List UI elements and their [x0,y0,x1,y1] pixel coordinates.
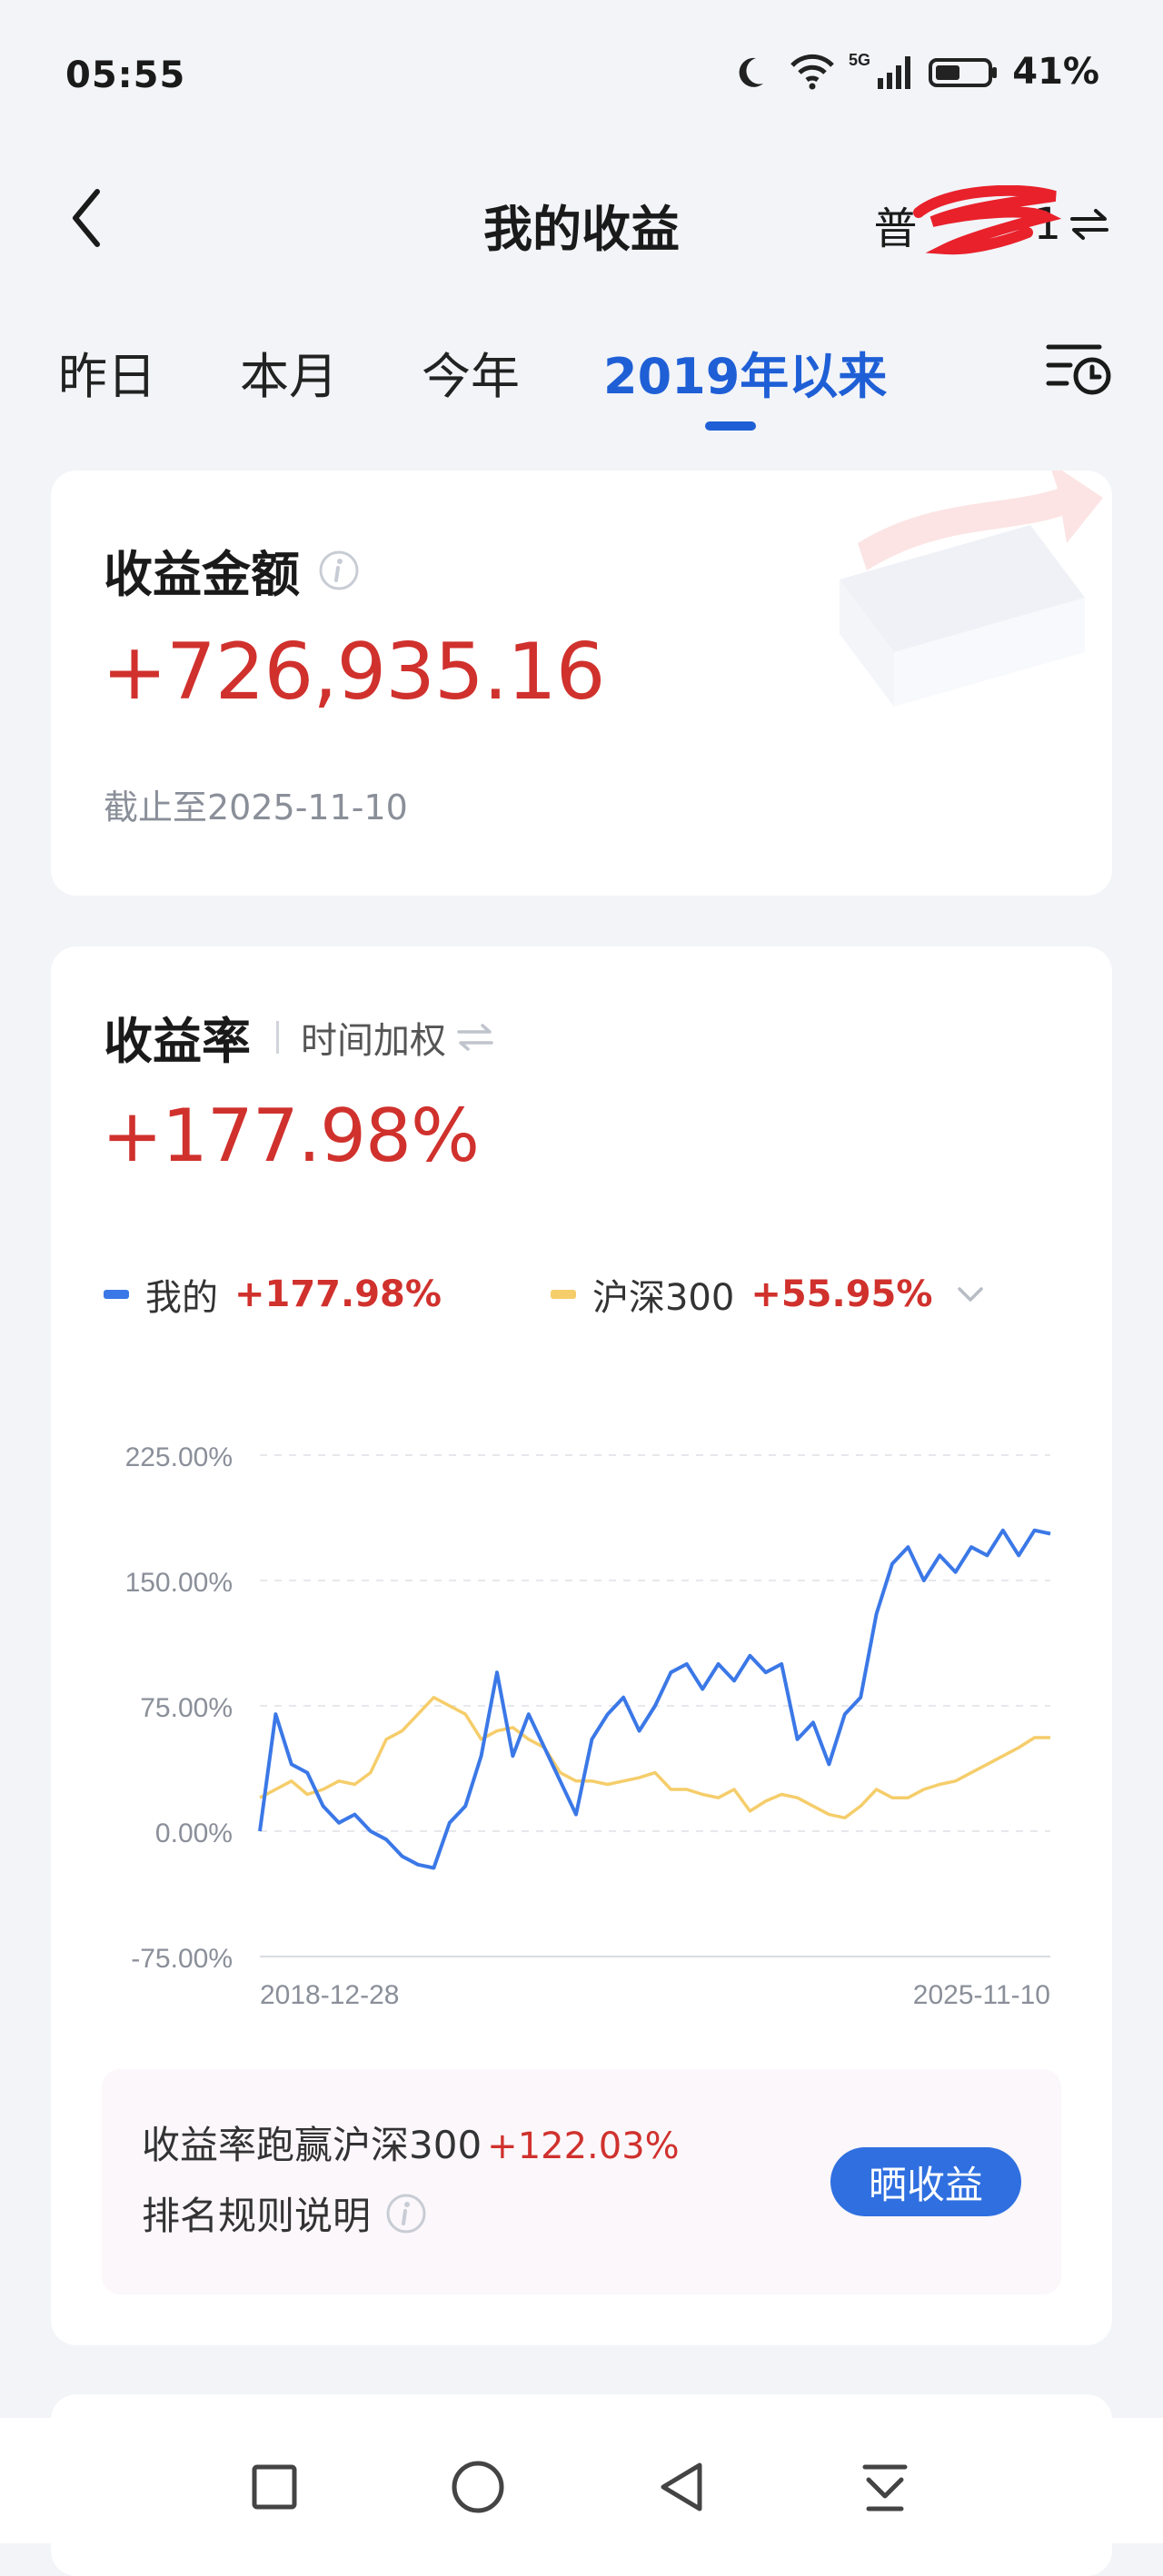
earnings-label-row: 收益金额 [104,534,360,606]
tab-this-year[interactable]: 今年 [422,336,520,408]
y-tick-label: 0.00% [155,1818,233,1848]
return-chart: 225.00% 150.00% 75.00% 0.00% -75.00% 2018-12-… [51,1373,1112,2027]
tab-since-2019[interactable]: 2019年以来 [603,336,887,408]
system-nav-bar [0,2418,1163,2543]
chart-legend: 我的 +177.98% 沪深300 +55.95% [104,1268,987,1321]
weighting-mode-label: 时间加权 [301,1019,446,1062]
pull-down-icon [862,2464,908,2512]
swap-arrows-icon [1070,209,1108,240]
legend-swatch-mine [104,1290,129,1299]
battery-level: 41% [1012,51,1099,93]
home-button[interactable] [442,2451,514,2523]
rate-header: 收益率 时间加权 [104,1001,495,1073]
chevron-down-icon[interactable] [954,1283,987,1305]
signal-icon: 5G [849,51,911,89]
outperform-value: +122.03% [487,2125,680,2167]
legend-name-csi300: 沪深300 [591,1277,735,1319]
account-switcher[interactable]: 普 1 [873,185,1110,256]
info-icon[interactable] [318,550,360,591]
legend-swatch-csi300 [550,1290,576,1299]
moon-icon [739,57,764,87]
wifi-icon [790,54,835,90]
compare-panel: 收益率跑赢沪深300 +122.03% 排名规则说明 晒收益 [102,2069,1061,2294]
redaction-scribble [913,185,1062,255]
triangle-back-icon [661,2462,702,2512]
back-nav-button[interactable] [645,2451,718,2523]
notification-pull-button[interactable] [849,2451,921,2523]
active-tab-indicator [705,421,756,431]
status-icons: 5G 41% [738,51,1099,93]
app-header: 我的收益 普 1 [0,163,1163,272]
growth-decoration [840,471,1103,707]
legend-value-mine: +177.98% [234,1273,442,1315]
ranking-rules-link[interactable]: 排名规则说明 [142,2185,427,2241]
earnings-label: 收益金额 [104,546,300,603]
recents-button[interactable] [238,2451,311,2523]
rate-value: +177.98% [102,1094,480,1178]
share-earnings-button[interactable]: 晒收益 [830,2147,1021,2216]
swap-arrows-icon [457,1023,493,1051]
status-bar: 05:55 5G 41% [0,0,1163,154]
info-icon [386,2194,426,2233]
outperform-text: 收益率跑赢沪深300 [142,2123,482,2167]
y-tick-label: -75.00% [131,1944,233,1974]
battery-icon [929,58,998,87]
legend-value-csi300: +55.95% [750,1273,933,1315]
status-time: 05:55 [65,54,186,96]
legend-name-mine: 我的 [145,1277,218,1319]
square-icon [252,2464,297,2510]
series-line-csi300 [259,1696,1050,1820]
period-tabs: 昨日 本月 今年 2019年以来 [0,327,1163,431]
earnings-card: 收益金额 +726,935.16 截止至2025-11-10 [51,471,1112,896]
as-of-date: 截止至2025-11-10 [104,788,408,827]
y-tick-label: 150.00% [125,1568,233,1598]
network-type: 5G [849,51,870,69]
circle-icon [452,2461,504,2513]
history-filter-icon [1046,344,1111,395]
ranking-rules-label: 排名规则说明 [142,2194,372,2238]
rate-label: 收益率 [104,1013,251,1070]
return-rate-card: 收益率 时间加权 +177.98% 我的 +177.98% 沪深300 +55.… [51,946,1112,2345]
divider [276,1020,279,1054]
y-tick-label: 225.00% [125,1442,233,1472]
earnings-amount: +726,935.16 [102,627,605,718]
weighting-mode-toggle[interactable]: 时间加权 [301,1011,495,1064]
return-line-chart: 225.00% 150.00% 75.00% 0.00% -75.00% 2018-12-… [125,1442,1051,2010]
outperform-row: 收益率跑赢沪深300 +122.03% [142,2115,680,2170]
y-tick-label: 75.00% [140,1693,233,1723]
x-tick-label: 2025-11-10 [913,1980,1050,2010]
x-tick-label: 2018-12-28 [260,1980,399,2010]
history-filter-button[interactable] [1043,336,1116,400]
tab-this-month[interactable]: 本月 [240,336,338,408]
tab-yesterday[interactable]: 昨日 [58,336,156,408]
